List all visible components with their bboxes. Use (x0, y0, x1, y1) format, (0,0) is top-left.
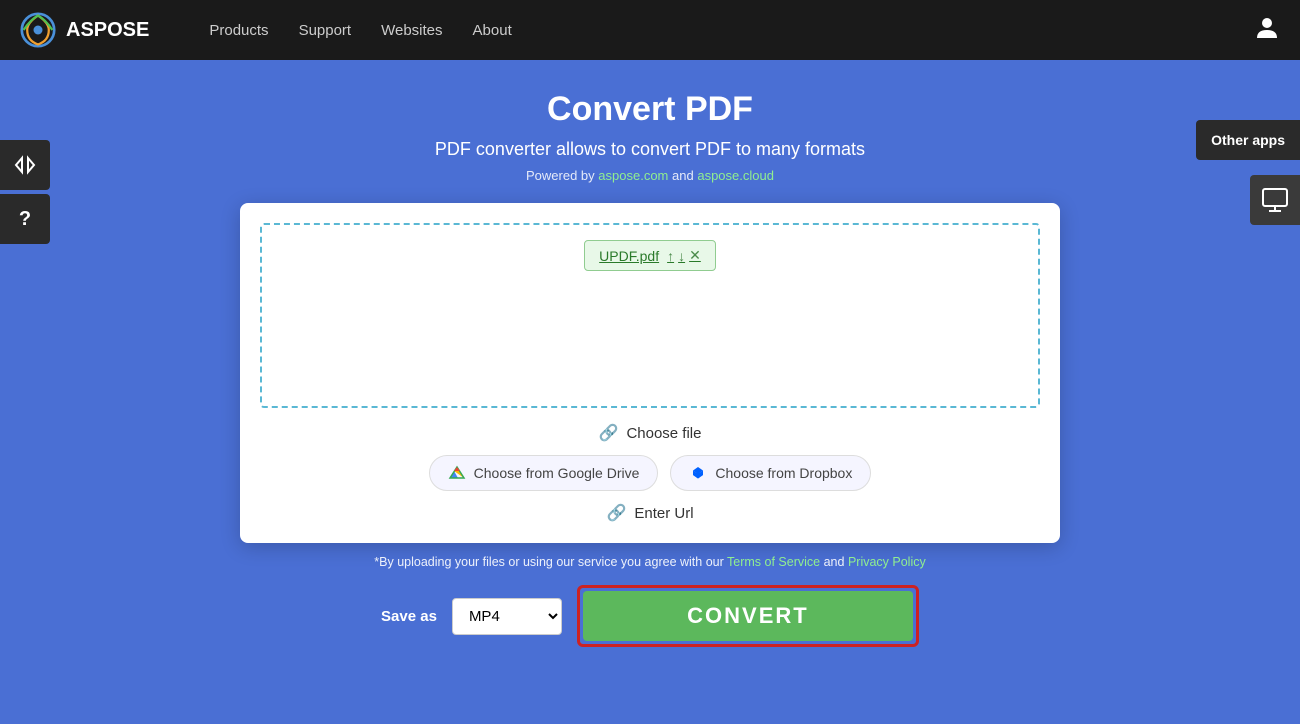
nav-websites[interactable]: Websites (381, 22, 442, 39)
dropbox-label: Choose from Dropbox (715, 465, 852, 481)
file-chip-actions: ↑ ↓ ✕ (667, 247, 701, 264)
monitor-icon-button[interactable] (1250, 175, 1300, 225)
move-up-icon[interactable]: ↑ (667, 248, 674, 264)
powered-by-text: Powered by aspose.com and aspose.cloud (526, 168, 774, 183)
user-icon[interactable] (1254, 14, 1280, 46)
enter-url-label: Enter Url (634, 505, 693, 522)
terms-prefix: *By uploading your files or using our se… (374, 555, 724, 569)
nav-about[interactable]: About (473, 22, 512, 39)
aspose-cloud-link[interactable]: aspose.cloud (697, 168, 774, 183)
powered-by-label: Powered by (526, 168, 595, 183)
cloud-buttons: Choose from Google Drive Choose from Dro… (429, 455, 872, 491)
choose-file-label: Choose file (626, 425, 701, 442)
code-side-button[interactable] (0, 140, 50, 190)
nav-links: Products Support Websites About (209, 22, 511, 39)
nav-products[interactable]: Products (209, 22, 268, 39)
other-apps-panel[interactable]: Other apps (1196, 120, 1300, 160)
nav-right (1254, 14, 1280, 46)
terms-of-service-link[interactable]: Terms of Service (727, 555, 820, 569)
aspose-logo-icon (20, 12, 56, 48)
aspose-com-link[interactable]: aspose.com (598, 168, 668, 183)
main-content: Convert PDF PDF converter allows to conv… (0, 60, 1300, 724)
google-drive-icon (448, 464, 466, 482)
move-down-icon[interactable]: ↓ (678, 248, 685, 264)
page-title: Convert PDF (547, 90, 753, 129)
file-actions: 🔗 Choose file Choose from Google Drive (260, 423, 1040, 523)
google-drive-button[interactable]: Choose from Google Drive (429, 455, 659, 491)
choose-file-button[interactable]: 🔗 Choose file (599, 423, 702, 443)
brand-name: ASPOSE (66, 19, 149, 42)
question-mark-icon: ? (19, 208, 31, 231)
google-drive-label: Choose from Google Drive (474, 465, 640, 481)
terms-text: *By uploading your files or using our se… (374, 555, 925, 569)
convert-section: Save as MP4 MP3 AVI MOV GIF DOCX PPTX XL… (381, 585, 919, 647)
help-side-button[interactable]: ? (0, 194, 50, 244)
format-select[interactable]: MP4 MP3 AVI MOV GIF DOCX PPTX XLSX JPG P… (452, 598, 562, 635)
brand-logo[interactable]: ASPOSE (20, 12, 149, 48)
terms-and: and (824, 555, 845, 569)
convert-button[interactable]: CONVERT (583, 591, 913, 641)
link-icon: 🔗 (599, 423, 619, 443)
drop-zone[interactable]: UPDF.pdf ↑ ↓ ✕ (260, 223, 1040, 408)
dropbox-button[interactable]: Choose from Dropbox (670, 455, 871, 491)
enter-url-button[interactable]: 🔗 Enter Url (606, 503, 693, 523)
and-separator: and (672, 168, 694, 183)
dropbox-icon (689, 464, 707, 482)
convert-button-wrapper: CONVERT (577, 585, 919, 647)
upload-card: UPDF.pdf ↑ ↓ ✕ 🔗 Choose file (240, 203, 1060, 543)
side-buttons: ? (0, 140, 50, 244)
page-subtitle: PDF converter allows to convert PDF to m… (435, 139, 865, 160)
file-chip-label: UPDF.pdf (599, 248, 659, 264)
url-link-icon: 🔗 (606, 503, 626, 523)
other-apps-label: Other apps (1211, 132, 1285, 148)
navbar: ASPOSE Products Support Websites About (0, 0, 1300, 60)
remove-file-icon[interactable]: ✕ (689, 247, 701, 264)
nav-support[interactable]: Support (299, 22, 352, 39)
privacy-policy-link[interactable]: Privacy Policy (848, 555, 926, 569)
file-chip[interactable]: UPDF.pdf ↑ ↓ ✕ (584, 240, 716, 271)
save-as-label: Save as (381, 608, 437, 625)
